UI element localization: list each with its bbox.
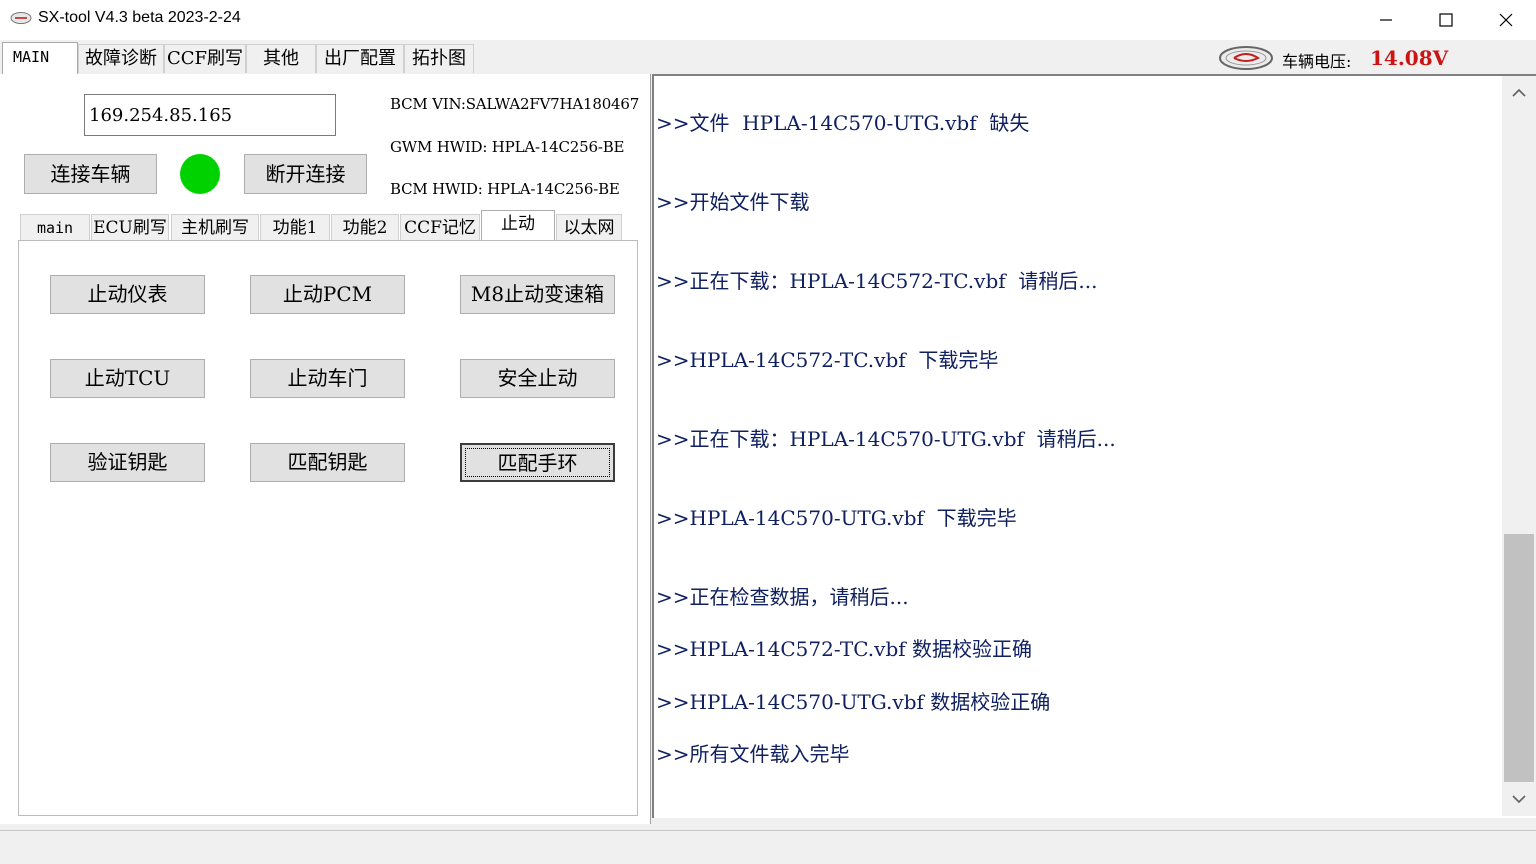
bcm-hwid-text: BCM HWID: HPLA-14C256-BE: [390, 180, 620, 198]
log-line: >>所有文件载入完毕: [656, 742, 850, 766]
chevron-down-icon: [1512, 795, 1526, 804]
maximize-icon: [1439, 13, 1453, 27]
minimize-icon: [1380, 19, 1392, 21]
gwm-hwid-text: GWM HWID: HPLA-14C256-BE: [390, 138, 625, 156]
sx-brand-logo: [1219, 46, 1273, 70]
connect-vehicle-button[interactable]: 连接车辆: [24, 154, 157, 194]
tab-topology[interactable]: 拓扑图: [404, 44, 474, 73]
subtab-function-1[interactable]: 功能1: [260, 214, 330, 240]
match-key-button[interactable]: 匹配钥匙: [250, 443, 405, 482]
maximize-button[interactable]: [1416, 0, 1476, 40]
m8-immobilize-gearbox-button[interactable]: M8止动变速箱: [460, 275, 615, 314]
app-logo-icon: [10, 12, 32, 24]
subtab-head-unit-flash[interactable]: 主机刷写: [171, 214, 259, 240]
tab-ccf-flash[interactable]: CCF刷写: [164, 44, 246, 73]
bcm-vin-text: BCM VIN:SALWA2FV7HA180467: [390, 95, 640, 113]
immobilize-door-button[interactable]: 止动车门: [250, 359, 405, 398]
ip-address-input[interactable]: [84, 94, 336, 136]
tab-other[interactable]: 其他: [246, 44, 316, 73]
subtab-immobilize[interactable]: 止动: [481, 210, 555, 241]
log-line: >>HPLA-14C572-TC.vbf 数据校验正确: [656, 637, 1033, 661]
subtab-ecu-flash[interactable]: ECU刷写: [91, 214, 169, 240]
chevron-up-icon: [1512, 88, 1526, 97]
log-line: >>HPLA-14C570-UTG.vbf 数据校验正确: [656, 690, 1051, 714]
log-line: >>开始文件下载: [656, 190, 810, 214]
voltage-label: 车辆电压:: [1282, 52, 1352, 71]
minimize-button[interactable]: [1356, 0, 1416, 40]
voltage-value: 14.08V: [1370, 46, 1449, 70]
scrollbar-thumb[interactable]: [1504, 534, 1534, 782]
tab-main[interactable]: MAIN: [2, 42, 78, 74]
close-icon: [1499, 13, 1513, 27]
immobilize-tcu-button[interactable]: 止动TCU: [50, 359, 205, 398]
verify-key-button[interactable]: 验证钥匙: [50, 443, 205, 482]
log-line: >>正在下载：HPLA-14C572-TC.vbf 请稍后...: [656, 269, 1098, 293]
match-wristband-button[interactable]: 匹配手环: [460, 443, 615, 482]
scroll-up-button[interactable]: [1502, 76, 1536, 110]
subtab-ethernet[interactable]: 以太网: [556, 214, 622, 240]
log-line: >>正在检查数据，请稍后...: [656, 585, 909, 609]
subtab-function-2[interactable]: 功能2: [331, 214, 399, 240]
status-bar: [0, 830, 1536, 864]
immobilize-cluster-button[interactable]: 止动仪表: [50, 275, 205, 314]
log-line: >>HPLA-14C572-TC.vbf 下载完毕: [656, 348, 999, 372]
immobilize-panel: [18, 240, 638, 816]
log-line: >>正在下载：HPLA-14C570-UTG.vbf 请稍后...: [656, 427, 1116, 451]
disconnect-button[interactable]: 断开连接: [244, 154, 367, 194]
scroll-down-button[interactable]: [1502, 782, 1536, 816]
immobilize-pcm-button[interactable]: 止动PCM: [250, 275, 405, 314]
log-line: >>HPLA-14C570-UTG.vbf 下载完毕: [656, 506, 1017, 530]
subtab-main[interactable]: main: [20, 214, 90, 240]
tab-fault-diagnosis[interactable]: 故障诊断: [78, 44, 164, 73]
connection-status-indicator: [180, 154, 220, 194]
close-button[interactable]: [1476, 0, 1536, 40]
subtab-ccf-memory[interactable]: CCF记忆: [400, 214, 480, 240]
safe-immobilize-button[interactable]: 安全止动: [460, 359, 615, 398]
window-title: SX-tool V4.3 beta 2023-2-24: [38, 9, 241, 26]
log-line: >>文件 HPLA-14C570-UTG.vbf 缺失: [656, 111, 1030, 135]
tab-factory-config[interactable]: 出厂配置: [316, 44, 404, 73]
